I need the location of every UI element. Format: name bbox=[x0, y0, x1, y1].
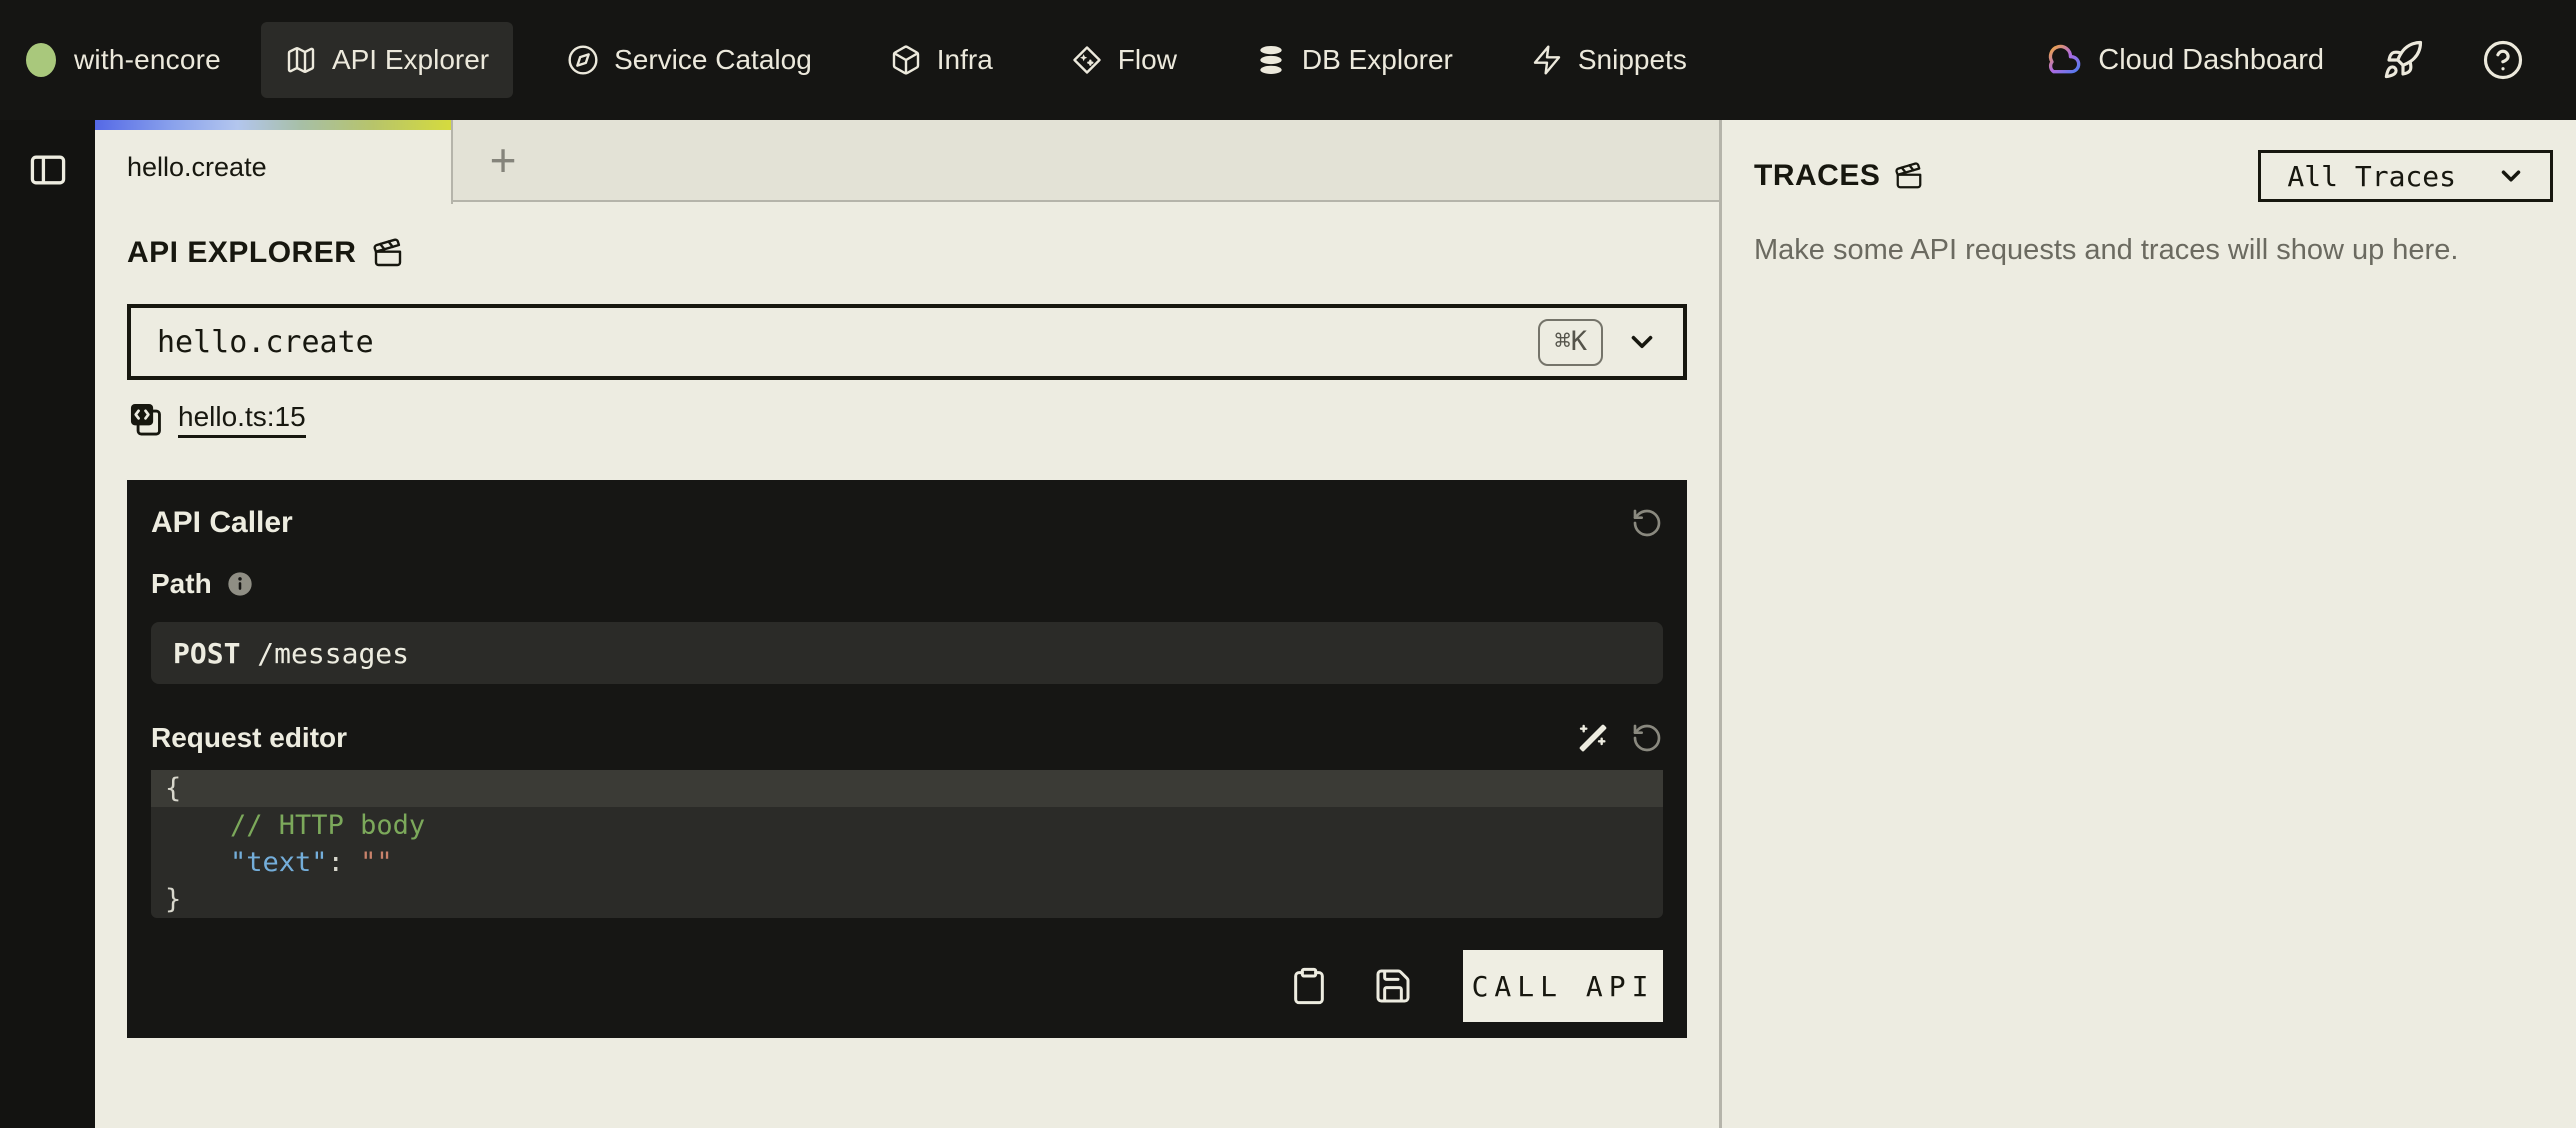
source-file-link[interactable]: hello.ts:15 bbox=[127, 400, 306, 438]
code-line: // HTTP body bbox=[151, 807, 1663, 844]
main-column: hello.create + API EXPLORER hello.create… bbox=[95, 120, 1719, 1128]
path-label: Path bbox=[151, 568, 212, 600]
cloud-dashboard-link[interactable]: Cloud Dashboard bbox=[2042, 40, 2324, 80]
generate-payload-button[interactable] bbox=[1577, 722, 1609, 754]
app-name: with-encore bbox=[74, 44, 221, 76]
tab-strip: hello.create + bbox=[95, 120, 1719, 202]
launch-rocket-button[interactable] bbox=[2382, 39, 2424, 81]
nav-item-db-explorer[interactable]: DB Explorer bbox=[1231, 22, 1477, 98]
flow-diamond-icon bbox=[1071, 44, 1103, 76]
cmd-k-shortcut-badge: ⌘K bbox=[1538, 319, 1603, 366]
request-body-editor[interactable]: { // HTTP body "text": "" } bbox=[151, 770, 1663, 918]
traces-panel: TRACES All Traces Make some API requests… bbox=[1719, 120, 2576, 1128]
code-comment: // HTTP body bbox=[230, 810, 425, 841]
app-brand[interactable]: with-encore bbox=[26, 43, 221, 77]
code-line: "text": "" bbox=[151, 844, 1663, 881]
traces-title: TRACES bbox=[1754, 159, 1880, 193]
nav-item-label: Infra bbox=[937, 44, 993, 76]
traces-filter-value: All Traces bbox=[2287, 160, 2456, 193]
database-icon bbox=[1255, 44, 1287, 76]
api-caller-footer: CALL API bbox=[151, 950, 1663, 1022]
nav-item-service-catalog[interactable]: Service Catalog bbox=[543, 22, 836, 98]
panel-left-icon bbox=[26, 148, 70, 192]
code-line: { bbox=[151, 770, 1663, 807]
traces-filter-select[interactable]: All Traces bbox=[2258, 150, 2553, 202]
compass-icon bbox=[567, 44, 599, 76]
magic-wand-icon bbox=[1577, 722, 1609, 754]
traces-empty-message: Make some API requests and traces will s… bbox=[1754, 234, 2553, 267]
endpoint-path-display: POST /messages bbox=[151, 622, 1663, 684]
chevron-down-icon bbox=[1625, 325, 1659, 359]
nav-item-label: Snippets bbox=[1578, 44, 1687, 76]
rotate-ccw-icon bbox=[1631, 507, 1663, 539]
nav-item-flow[interactable]: Flow bbox=[1047, 22, 1201, 98]
save-floppy-icon bbox=[1373, 966, 1413, 1006]
chevron-down-icon bbox=[2496, 161, 2526, 191]
request-editor-label: Request editor bbox=[151, 722, 347, 754]
clapperboard-icon bbox=[1894, 161, 1924, 191]
http-path bbox=[240, 637, 257, 670]
nav-item-api-explorer[interactable]: API Explorer bbox=[261, 22, 513, 98]
code-string-value: "" bbox=[360, 847, 393, 878]
api-caller-title: API Caller bbox=[151, 506, 293, 540]
clapperboard-icon bbox=[372, 237, 404, 269]
traces-title-wrap: TRACES bbox=[1754, 159, 1924, 193]
api-explorer-heading: API EXPLORER bbox=[127, 236, 1719, 270]
code-key: "text" bbox=[230, 847, 328, 878]
source-file-label: hello.ts:15 bbox=[178, 401, 306, 438]
nav-item-infra[interactable]: Infra bbox=[866, 22, 1017, 98]
nav-item-label: Service Catalog bbox=[614, 44, 812, 76]
add-tab-button[interactable]: + bbox=[453, 120, 553, 200]
code-file-icon bbox=[127, 400, 165, 438]
copy-request-button[interactable] bbox=[1289, 966, 1329, 1006]
cloud-icon bbox=[2042, 40, 2082, 80]
rocket-icon bbox=[2382, 39, 2424, 81]
page-title: API EXPLORER bbox=[127, 236, 356, 270]
endpoint-path: /messages bbox=[257, 637, 409, 670]
code-line: } bbox=[151, 881, 1663, 918]
nav-right: Cloud Dashboard bbox=[2042, 39, 2524, 81]
call-api-button[interactable]: CALL API bbox=[1463, 950, 1663, 1022]
traces-header: TRACES All Traces bbox=[1754, 150, 2553, 202]
request-editor-actions bbox=[1577, 722, 1663, 754]
endpoint-select[interactable]: hello.create ⌘K bbox=[127, 304, 1687, 380]
help-circle-icon bbox=[2482, 39, 2524, 81]
save-request-button[interactable] bbox=[1373, 966, 1413, 1006]
app-body: hello.create + API EXPLORER hello.create… bbox=[0, 120, 2576, 1128]
reset-path-button[interactable] bbox=[1631, 507, 1663, 539]
clipboard-icon bbox=[1289, 966, 1329, 1006]
left-sidebar bbox=[0, 120, 95, 1128]
box-icon bbox=[890, 44, 922, 76]
endpoint-select-value: hello.create bbox=[157, 325, 1538, 360]
app: with-encore API Explorer Service Catalog… bbox=[0, 0, 2576, 1128]
map-icon bbox=[285, 44, 317, 76]
api-caller-card: API Caller Path bbox=[127, 480, 1687, 1038]
app-status-dot bbox=[26, 43, 56, 77]
api-caller-header: API Caller bbox=[151, 506, 1663, 540]
nav-item-snippets[interactable]: Snippets bbox=[1507, 22, 1711, 98]
rotate-ccw-icon bbox=[1631, 722, 1663, 754]
request-editor-header: Request editor bbox=[151, 722, 1663, 754]
nav-item-label: Flow bbox=[1118, 44, 1177, 76]
zap-icon bbox=[1531, 44, 1563, 76]
help-button[interactable] bbox=[2482, 39, 2524, 81]
top-nav: with-encore API Explorer Service Catalog… bbox=[0, 0, 2576, 120]
reset-request-button[interactable] bbox=[1631, 722, 1663, 754]
cloud-dashboard-label: Cloud Dashboard bbox=[2098, 44, 2324, 77]
active-tab-gradient bbox=[95, 120, 451, 130]
api-explorer-content: API EXPLORER hello.create ⌘K bbox=[95, 202, 1719, 1128]
tab-label: hello.create bbox=[127, 152, 267, 183]
nav-menu: API Explorer Service Catalog Infra Flow bbox=[261, 22, 1711, 98]
toggle-sidebar-button[interactable] bbox=[26, 148, 70, 192]
http-method: POST bbox=[173, 637, 240, 670]
path-row: Path bbox=[151, 568, 1663, 600]
nav-item-label: DB Explorer bbox=[1302, 44, 1453, 76]
tab-hello-create[interactable]: hello.create bbox=[95, 120, 453, 204]
info-icon[interactable] bbox=[226, 570, 254, 598]
nav-item-label: API Explorer bbox=[332, 44, 489, 76]
